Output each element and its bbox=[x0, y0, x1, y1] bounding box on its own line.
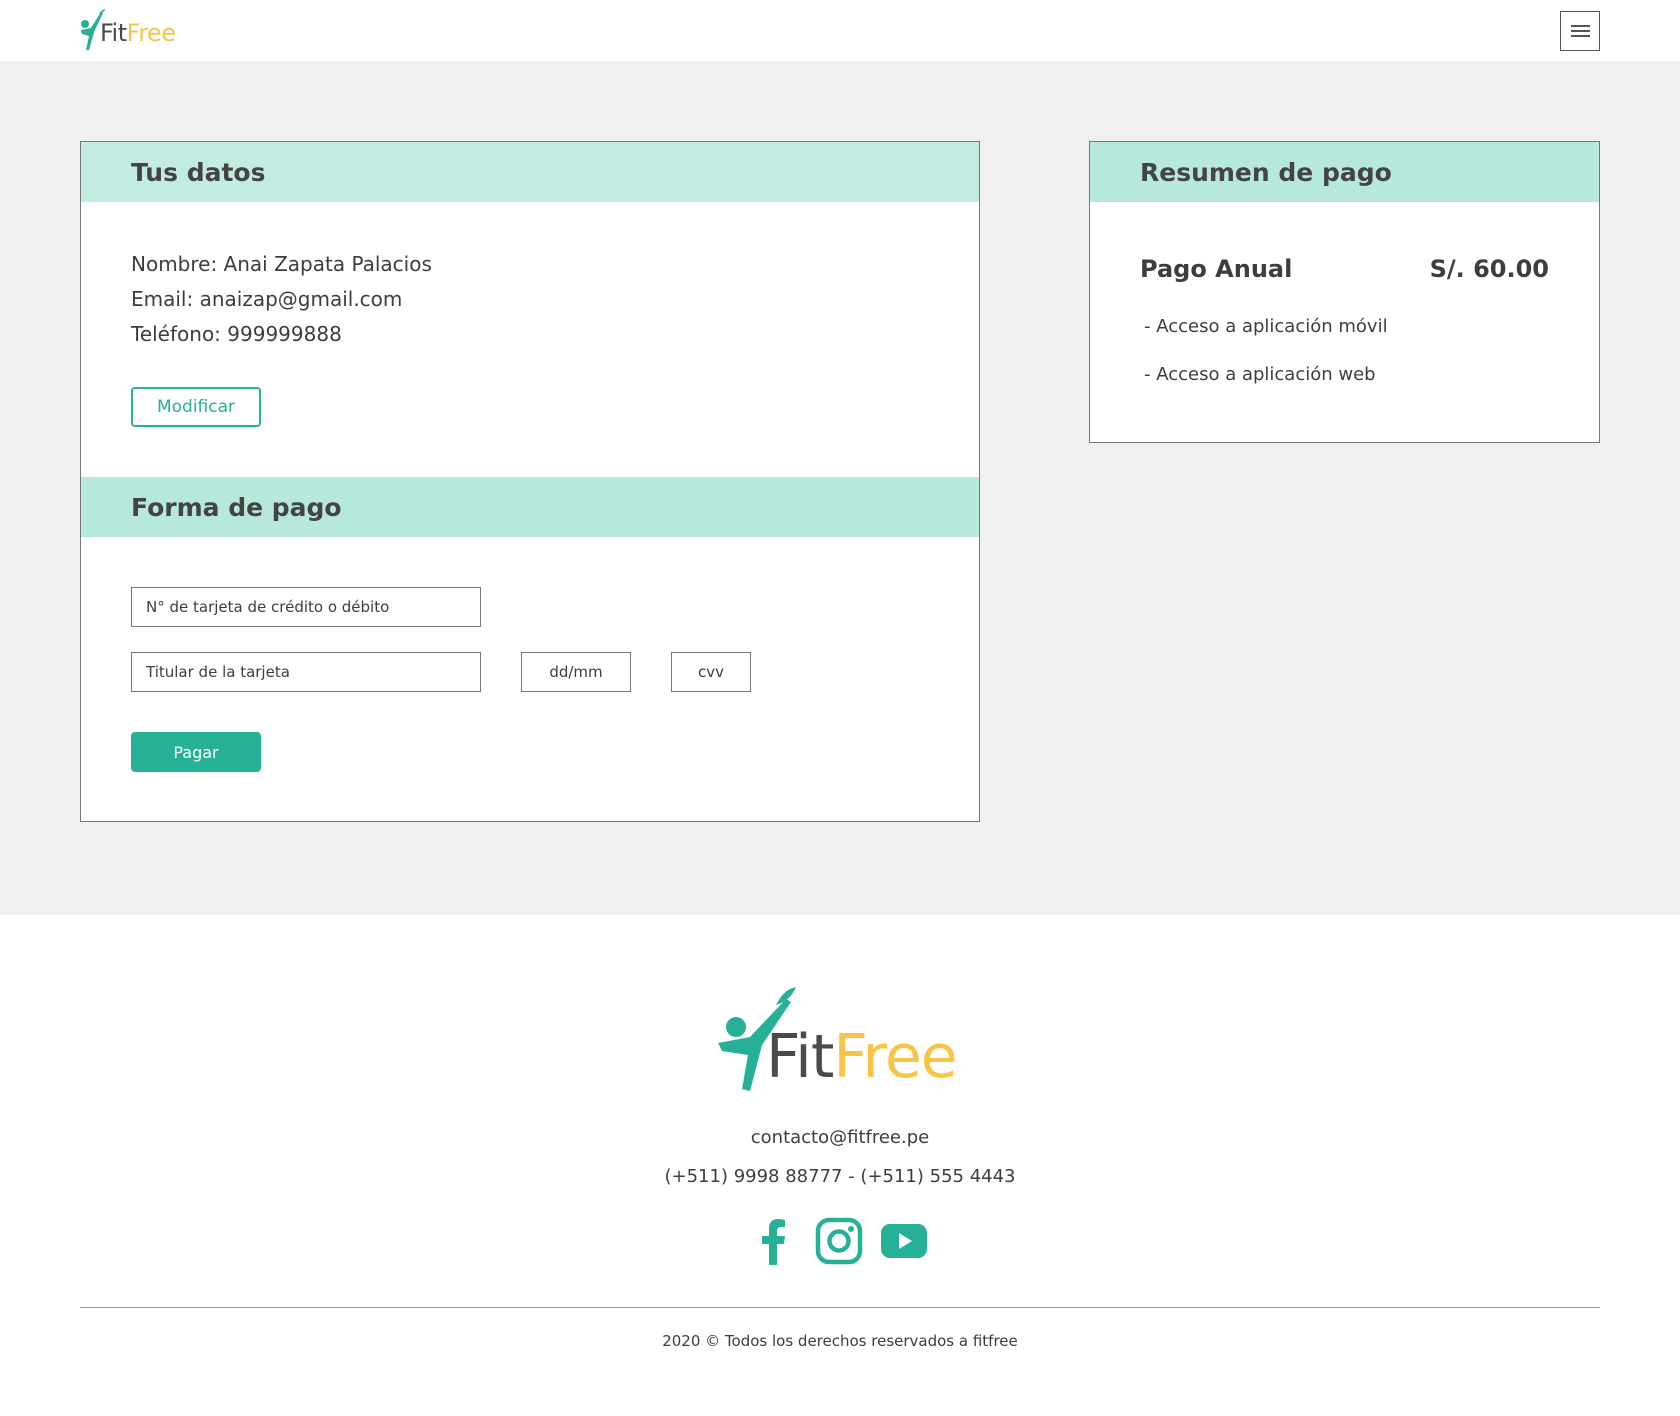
footer-divider bbox=[80, 1307, 1600, 1308]
expiry-input[interactable] bbox=[521, 652, 631, 692]
card-holder-input[interactable] bbox=[131, 652, 481, 692]
payment-summary-title: Resumen de pago bbox=[1140, 158, 1392, 187]
top-header: FitFree bbox=[0, 0, 1680, 61]
facebook-icon[interactable] bbox=[750, 1217, 798, 1265]
pay-button[interactable]: Pagar bbox=[131, 732, 261, 772]
user-email: Email: anaizap@gmail.com bbox=[131, 287, 403, 311]
plan-feature-web: - Acceso a aplicación web bbox=[1144, 364, 1376, 385]
personal-data-header: Tus datos bbox=[81, 142, 979, 202]
payment-summary-card: Resumen de pago Pago Anual S/. 60.00 - A… bbox=[1089, 141, 1600, 443]
checkout-form-card: Tus datos Nombre: Anai Zapata Palacios E… bbox=[80, 141, 980, 822]
brand-logo[interactable]: FitFree bbox=[79, 8, 189, 52]
contact-email[interactable]: contacto@fitfree.pe bbox=[0, 1127, 1680, 1148]
hamburger-menu-icon[interactable] bbox=[1560, 11, 1600, 51]
footer-brand-wordmark: FitFree bbox=[766, 1022, 958, 1092]
modify-button[interactable]: Modificar bbox=[131, 387, 261, 427]
plan-price: S/. 60.00 bbox=[1429, 255, 1549, 283]
contact-phones: (+511) 9998 88777 - (+511) 555 4443 bbox=[664, 1166, 1016, 1187]
payment-summary-header: Resumen de pago bbox=[1090, 142, 1599, 202]
cvv-input[interactable] bbox=[671, 652, 751, 692]
user-name: Nombre: Anai Zapata Palacios bbox=[131, 252, 432, 276]
plan-feature-mobile: - Acceso a aplicación móvil bbox=[1144, 316, 1388, 337]
page-footer: FitFree contacto@fitfree.pe (+511) 9998 … bbox=[0, 915, 1680, 1416]
plan-name: Pago Anual bbox=[1140, 255, 1293, 283]
personal-data-title: Tus datos bbox=[131, 158, 266, 187]
main-content: Tus datos Nombre: Anai Zapata Palacios E… bbox=[0, 61, 1680, 915]
youtube-icon[interactable] bbox=[880, 1217, 928, 1265]
brand-wordmark: FitFree bbox=[100, 19, 176, 47]
footer-brand-logo: FitFree bbox=[714, 985, 969, 1095]
payment-method-title: Forma de pago bbox=[131, 493, 342, 522]
copyright-text: 2020 © Todos los derechos reservados a f… bbox=[662, 1332, 1018, 1350]
card-number-input[interactable] bbox=[131, 587, 481, 627]
payment-method-header: Forma de pago bbox=[81, 477, 979, 537]
instagram-icon[interactable] bbox=[815, 1217, 863, 1265]
user-phone: Teléfono: 999999888 bbox=[131, 322, 342, 346]
